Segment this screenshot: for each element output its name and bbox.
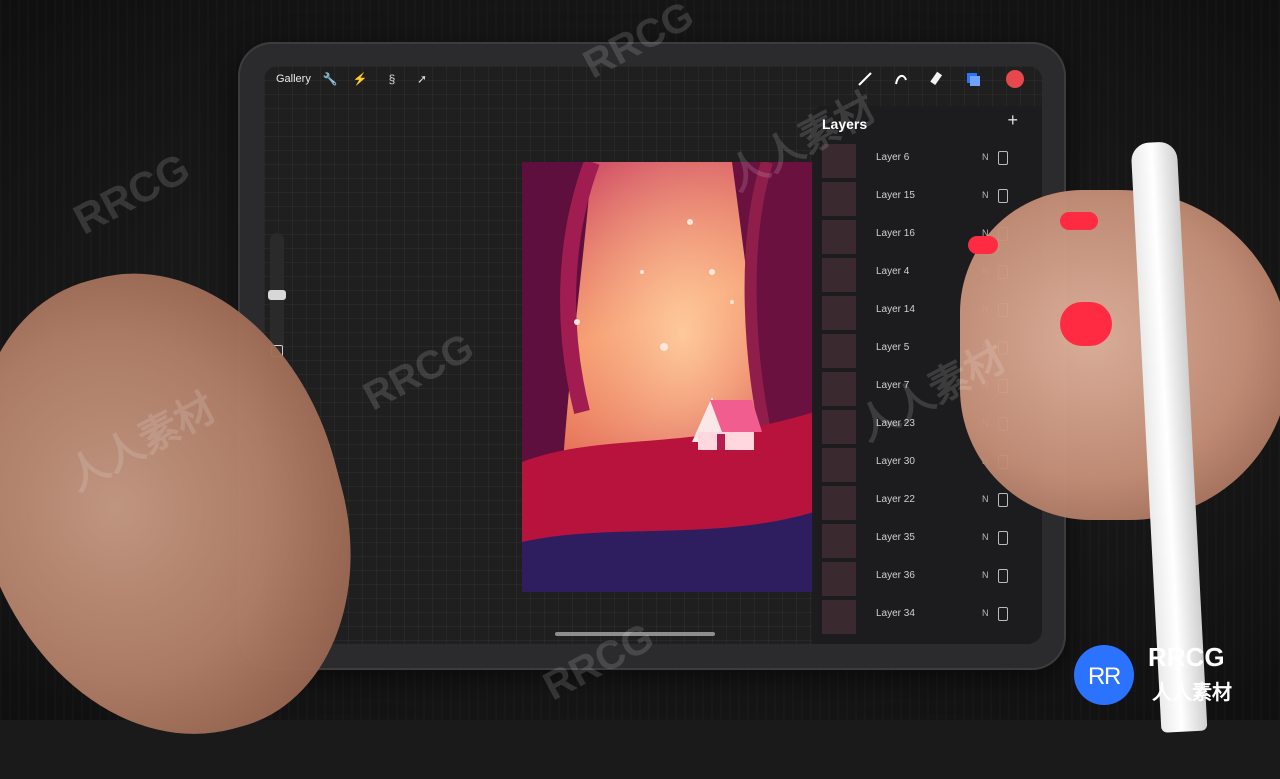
layer-name: Layer 34 — [876, 608, 915, 619]
layer-name: Layer 30 — [876, 456, 915, 467]
layer-name: Layer 14 — [876, 304, 915, 315]
blend-mode[interactable]: N — [982, 152, 989, 162]
layer-row[interactable]: Layer 22 N — [822, 484, 1022, 522]
top-toolbar: Gallery 🔧 ⚡ § ➚ — [264, 66, 1042, 94]
layer-thumbnail — [822, 410, 856, 444]
layer-thumbnail — [822, 296, 856, 330]
layer-name: Layer 23 — [876, 418, 915, 429]
add-layer-button[interactable]: + — [1007, 110, 1018, 131]
logo-cn-text: 人人素材 — [1152, 682, 1232, 704]
visibility-checkbox[interactable] — [998, 189, 1008, 203]
layer-thumbnail — [822, 372, 856, 406]
brush-icon[interactable] — [856, 70, 874, 88]
gallery-button[interactable]: Gallery — [276, 73, 311, 85]
artwork-canvas[interactable] — [522, 162, 814, 592]
slider-handle[interactable] — [268, 290, 286, 300]
layer-thumbnail — [822, 182, 856, 216]
layer-name: Layer 22 — [876, 494, 915, 505]
wrench-icon[interactable]: 🔧 — [322, 71, 338, 87]
logo-brand-text: RRCG — [1148, 642, 1225, 672]
layer-row[interactable]: Layer 34 N — [822, 598, 1022, 636]
layer-row[interactable]: Layer 6 N — [822, 142, 1022, 180]
layers-title: Layers — [822, 116, 868, 132]
right-hand — [960, 190, 1280, 520]
layer-name: Layer 35 — [876, 532, 915, 543]
visibility-checkbox[interactable] — [998, 531, 1008, 545]
layers-icon[interactable] — [964, 70, 982, 88]
layer-thumbnail — [822, 144, 856, 178]
layer-thumbnail — [822, 258, 856, 292]
fingernail — [1060, 212, 1098, 230]
visibility-checkbox[interactable] — [998, 493, 1008, 507]
color-icon[interactable] — [1006, 70, 1024, 88]
layer-thumbnail — [822, 524, 856, 558]
layer-row[interactable]: Layer 36 N — [822, 560, 1022, 598]
layer-thumbnail — [822, 334, 856, 368]
procreate-screen: Gallery 🔧 ⚡ § ➚ Layers + Layer 6 N Layer… — [264, 66, 1042, 644]
layer-thumbnail — [822, 486, 856, 520]
rrcg-logo: R R RRCG 人人素材 — [1070, 640, 1270, 710]
svg-text:R: R — [1088, 663, 1105, 690]
fingernail — [1060, 302, 1112, 346]
layer-name: Layer 16 — [876, 228, 915, 239]
selection-icon[interactable]: § — [384, 71, 400, 87]
layer-thumbnail — [822, 562, 856, 596]
layer-row[interactable]: Layer 35 N — [822, 522, 1022, 560]
blend-mode[interactable]: N — [982, 532, 989, 542]
blend-mode[interactable]: N — [982, 608, 989, 618]
forest-illustration — [522, 162, 814, 592]
layer-name: Layer 7 — [876, 380, 910, 391]
fingernail — [968, 236, 998, 254]
visibility-checkbox[interactable] — [998, 151, 1008, 165]
magic-wand-icon[interactable]: ⚡ — [352, 71, 368, 87]
layer-name: Layer 5 — [876, 342, 910, 353]
layer-name: Layer 6 — [876, 152, 910, 163]
layer-row[interactable]: Layer 15 N — [822, 180, 1022, 218]
eraser-icon[interactable] — [928, 70, 946, 88]
layer-name: Layer 36 — [876, 570, 915, 581]
blend-mode[interactable]: N — [982, 570, 989, 580]
layer-thumbnail — [822, 448, 856, 482]
blend-mode[interactable]: N — [982, 190, 989, 200]
home-indicator — [555, 632, 715, 636]
smudge-icon[interactable] — [892, 70, 910, 88]
visibility-checkbox[interactable] — [998, 569, 1008, 583]
svg-text:R: R — [1104, 663, 1121, 690]
layer-thumbnail — [822, 600, 856, 634]
layer-thumbnail — [822, 220, 856, 254]
blend-mode[interactable]: N — [982, 494, 989, 504]
visibility-checkbox[interactable] — [998, 607, 1008, 621]
transform-icon[interactable]: ➚ — [414, 71, 430, 87]
layer-name: Layer 15 — [876, 190, 915, 201]
layer-name: Layer 4 — [876, 266, 910, 277]
